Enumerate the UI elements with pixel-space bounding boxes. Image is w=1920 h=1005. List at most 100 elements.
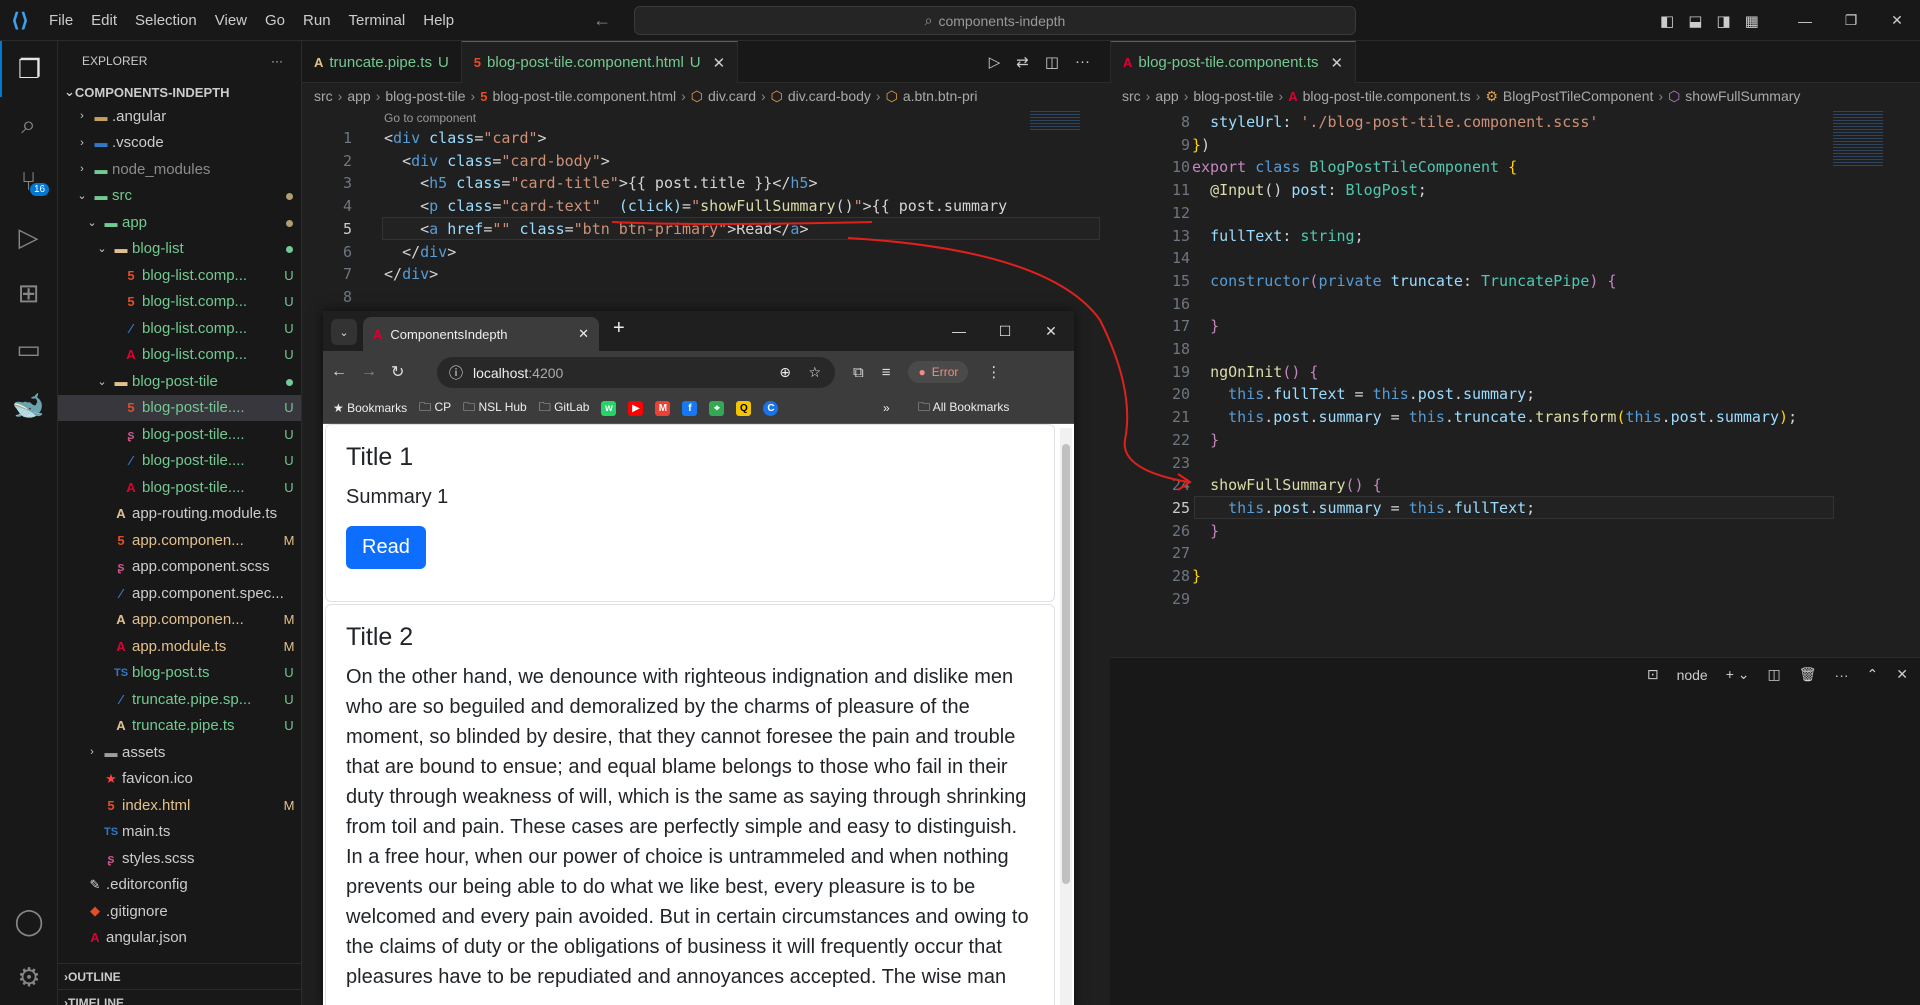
forward-arrow-icon[interactable]: →: [361, 363, 377, 381]
ts-code-editor[interactable]: 8 9 10 11 12 13 14 15 16 17 18 19 20 21 …: [1110, 111, 1920, 616]
tree-item-file[interactable]: TS blog-post.ts U: [58, 660, 301, 687]
tree-item-file[interactable]: Ablog-list.comp... U: [58, 342, 301, 369]
tree-item-assets[interactable]: › ▬ assets: [58, 739, 301, 766]
split-editor-icon[interactable]: ◫: [1045, 53, 1059, 71]
breadcrumb-item[interactable]: div.card-body: [788, 88, 871, 104]
tree-item-file[interactable]: ∕ app.component.spec...: [58, 580, 301, 607]
close-window-icon[interactable]: ✕: [1028, 323, 1074, 340]
site-info-icon[interactable]: ⓘ: [449, 363, 463, 383]
tree-item-file-selected[interactable]: 5 blog-post-tile.... U: [58, 394, 301, 421]
new-tab-icon[interactable]: +: [613, 317, 625, 340]
breadcrumb-item[interactable]: app: [347, 88, 370, 104]
extensions-icon[interactable]: ⧉: [853, 364, 864, 381]
tab-blog-post-tile-ts[interactable]: Ablog-post-tile.component.ts ✕: [1111, 41, 1357, 83]
breadcrumb-item[interactable]: showFullSummary: [1685, 88, 1800, 104]
breadcrumb-item[interactable]: src: [1122, 88, 1141, 104]
extensions-icon[interactable]: ⊞: [0, 265, 57, 321]
explorer-icon[interactable]: ❐: [0, 41, 57, 97]
trash-icon[interactable]: 🗑: [1799, 666, 1817, 683]
bookmarks-item[interactable]: ★ Bookmarks: [333, 401, 407, 415]
bookmark-star-icon[interactable]: ☆: [808, 364, 821, 381]
youtube-icon[interactable]: ▶: [628, 400, 644, 416]
search-view-icon[interactable]: ⌕: [0, 97, 57, 153]
close-panel-icon[interactable]: ✕: [1896, 666, 1908, 683]
more-actions-icon[interactable]: ···: [1075, 53, 1090, 71]
close-tab-icon[interactable]: ✕: [713, 54, 726, 72]
menu-edit[interactable]: Edit: [82, 12, 126, 29]
reload-icon[interactable]: ↻: [391, 362, 404, 382]
facebook-icon[interactable]: f: [682, 400, 698, 416]
read-button[interactable]: Read: [346, 526, 426, 569]
all-bookmarks-folder[interactable]: 🗀 All Bookmarks: [918, 398, 1009, 419]
tree-item-node-modules[interactable]: › ▬ node_modules: [58, 156, 301, 183]
card-summary[interactable]: On the other hand, we denounce with righ…: [346, 662, 1034, 992]
bookmark-site-icon[interactable]: C: [763, 400, 779, 416]
profile-error-button[interactable]: ● Error: [908, 361, 969, 383]
tree-item-app[interactable]: ⌄ ▬ app: [58, 209, 301, 236]
accounts-icon[interactable]: ◯: [0, 893, 58, 949]
source-control-icon[interactable]: ⑂ 16: [0, 153, 57, 209]
media-icon[interactable]: ≡: [882, 364, 891, 381]
breadcrumb-item[interactable]: blog-post-tile.component.ts: [1303, 88, 1471, 104]
tree-item-file[interactable]: Ablog-post-tile.... U: [58, 474, 301, 501]
breadcrumb-item[interactable]: blog-post-tile.component.html: [492, 88, 676, 104]
tree-item-file[interactable]: Atruncate.pipe.ts U: [58, 713, 301, 740]
tree-item-file[interactable]: ✎ .editorconfig: [58, 872, 301, 899]
minimap[interactable]: [1833, 111, 1883, 166]
tree-item-angular[interactable]: › ▬ .angular: [58, 103, 301, 130]
tree-item-file[interactable]: Aangular.json: [58, 925, 301, 952]
restore-icon[interactable]: ❐: [1828, 12, 1874, 29]
tab-truncate-pipe[interactable]: Atruncate.pipe.ts U: [302, 41, 462, 83]
menu-view[interactable]: View: [206, 12, 256, 29]
outline-section[interactable]: › OUTLINE: [58, 963, 301, 989]
tree-item-file[interactable]: ʂ styles.scss: [58, 845, 301, 872]
tree-item-file[interactable]: 5 index.html M: [58, 792, 301, 819]
menu-selection[interactable]: Selection: [126, 12, 206, 29]
run-debug-icon[interactable]: ▷: [0, 209, 57, 265]
run-icon[interactable]: ▷: [989, 53, 1001, 71]
browser-menu-icon[interactable]: ⋮: [986, 363, 1001, 381]
browser-tab[interactable]: A ComponentsIndepth ✕: [363, 317, 599, 351]
breadcrumb-item[interactable]: a.btn.btn-pri: [903, 88, 978, 104]
tree-item-file[interactable]: Aapp.module.ts M: [58, 633, 301, 660]
menu-file[interactable]: File: [40, 12, 82, 29]
close-window-icon[interactable]: ✕: [1874, 12, 1920, 29]
tree-item-file[interactable]: Aapp-routing.module.ts: [58, 501, 301, 528]
breadcrumb-item[interactable]: BlogPostTileComponent: [1503, 88, 1653, 104]
tree-item-blog-post-tile[interactable]: ⌄ ▬ blog-post-tile: [58, 368, 301, 395]
tree-item-file[interactable]: 5 blog-list.comp... U: [58, 289, 301, 316]
bookmark-folder-nsl-hub[interactable]: 🗀 NSL Hub: [463, 398, 527, 419]
tree-item-file[interactable]: ʂ app.component.scss: [58, 554, 301, 581]
whatsapp-icon[interactable]: w: [601, 400, 617, 416]
tree-item-file[interactable]: ʂ blog-post-tile.... U: [58, 421, 301, 448]
tree-item-file[interactable]: TS main.ts: [58, 819, 301, 846]
more-actions-icon[interactable]: ···: [1835, 667, 1849, 683]
minimize-icon[interactable]: —: [936, 323, 982, 339]
minimap[interactable]: [1030, 111, 1080, 131]
toggle-panel-icon[interactable]: ⬓: [1688, 12, 1702, 30]
menu-terminal[interactable]: Terminal: [340, 12, 415, 29]
tree-item-file[interactable]: Aapp.componen... M: [58, 607, 301, 634]
tab-blog-post-tile-html[interactable]: 5 blog-post-tile.component.html U ✕: [461, 41, 739, 83]
tree-item-file[interactable]: 5 app.componen... M: [58, 527, 301, 554]
maximize-icon[interactable]: ☐: [982, 323, 1028, 340]
gmail-icon[interactable]: M: [655, 400, 671, 416]
menu-run[interactable]: Run: [294, 12, 340, 29]
codelens-go-to-component[interactable]: Go to component: [384, 111, 476, 125]
zoom-icon[interactable]: ⊕: [779, 364, 791, 381]
more-bookmarks-icon[interactable]: »: [883, 401, 890, 415]
html-code-editor[interactable]: 1 2 3 4 5 6 7 8 <div class="card"> <div …: [302, 127, 1110, 317]
project-root[interactable]: ⌄ COMPONENTS-INDEPTH: [58, 81, 301, 103]
toggle-secondary-sidebar-icon[interactable]: ◨: [1716, 12, 1730, 30]
back-arrow-icon[interactable]: ←: [593, 10, 611, 31]
command-center-search[interactable]: ⌕ components-indepth: [634, 6, 1356, 35]
close-tab-icon[interactable]: ✕: [1331, 54, 1344, 72]
bookmark-folder-cp[interactable]: 🗀 CP: [419, 398, 451, 419]
address-bar[interactable]: ⓘ localhost:4200 ⊕ ☆: [437, 357, 835, 388]
split-terminal-icon[interactable]: ◫: [1768, 666, 1781, 683]
tree-item-blog-list[interactable]: ⌄ ▬ blog-list: [58, 236, 301, 263]
tab-search-icon[interactable]: ⌄: [331, 319, 357, 345]
customize-layout-icon[interactable]: ▦: [1745, 12, 1759, 30]
tree-item-file[interactable]: ◆ .gitignore: [58, 898, 301, 925]
timeline-section[interactable]: › TIMELINE: [58, 989, 301, 1005]
